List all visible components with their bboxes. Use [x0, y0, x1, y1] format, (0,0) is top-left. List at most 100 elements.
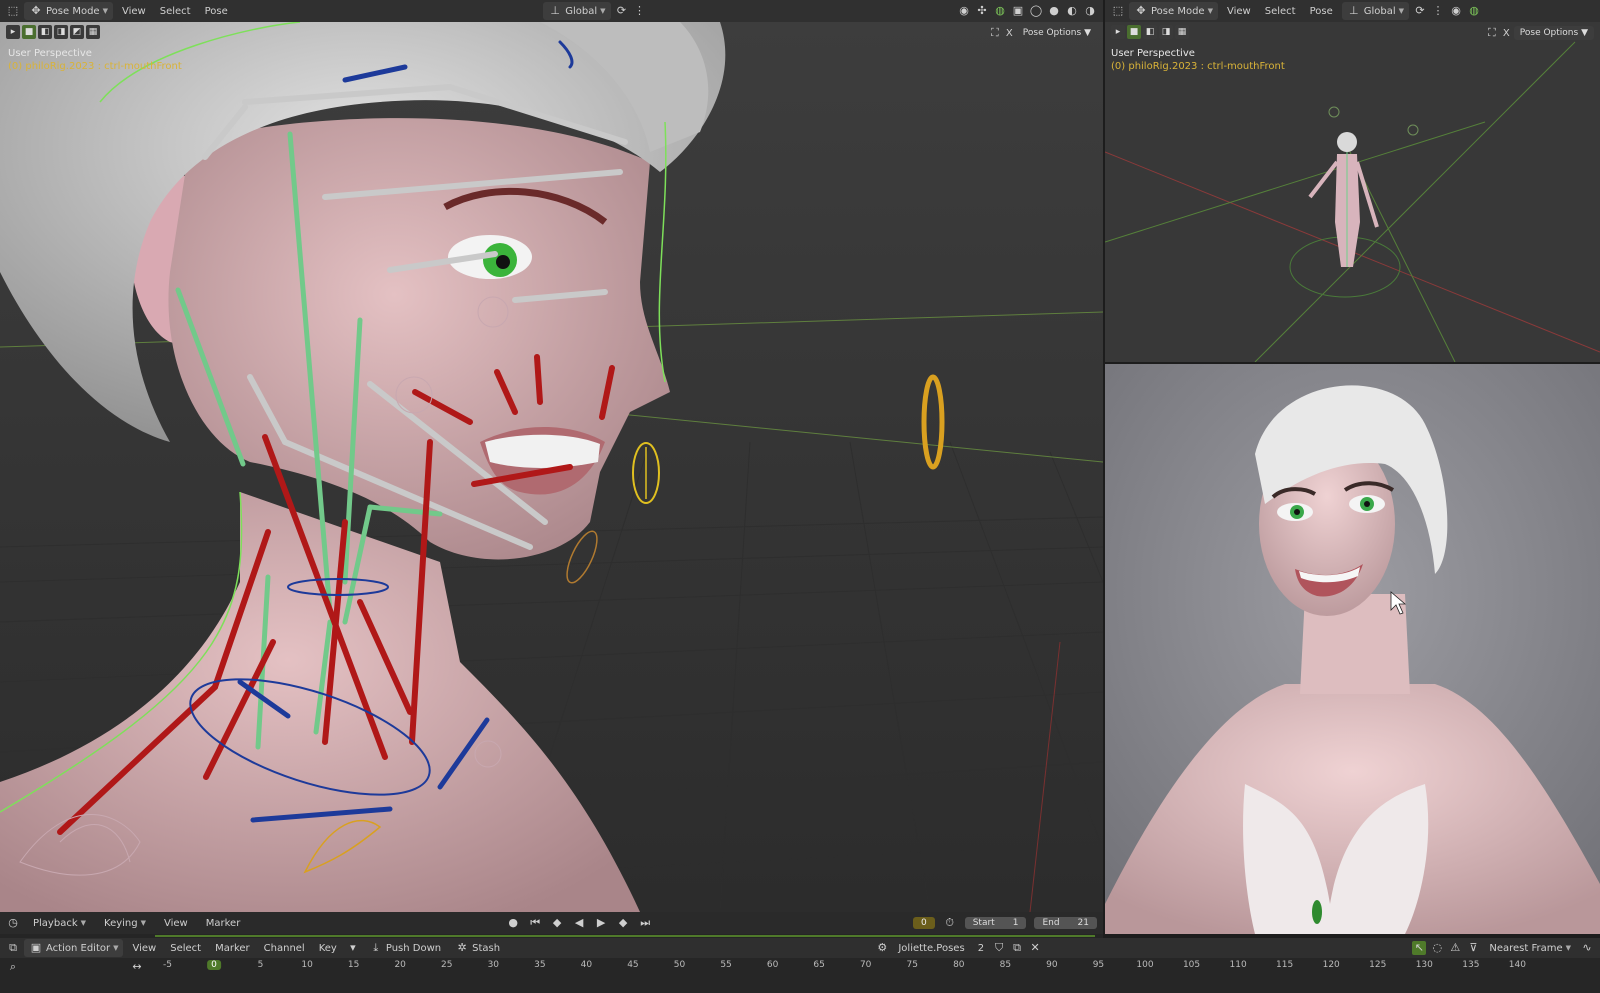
ruler-tick: 45	[627, 960, 639, 970]
warning-icon[interactable]: ⚠	[1448, 941, 1462, 955]
interpolation-icon[interactable]: ∿	[1580, 941, 1594, 955]
search-icon[interactable]: ⌕	[6, 960, 20, 974]
next-keyframe-icon[interactable]: ◆	[616, 916, 630, 930]
fake-user-shield-icon[interactable]: ⛉	[992, 941, 1006, 955]
timeline-header: ◷ Playback ▼ Keying ▼ View Marker ● ⏮ ◆ ◀ …	[0, 912, 1103, 934]
gizmo-icon[interactable]: ✣	[975, 4, 989, 18]
snap-icon[interactable]: ⋮	[1431, 4, 1445, 18]
action-editor-header: ⧉ ▣ Action Editor ▼ View Select Marker Cha…	[0, 938, 1600, 958]
visibility-icon[interactable]: ◉	[1449, 4, 1463, 18]
orientation-label: Global	[1363, 5, 1396, 17]
select-new-icon[interactable]: ■	[22, 25, 36, 39]
chevron-down-icon: ▼	[80, 919, 87, 927]
pivot-icon[interactable]: ⟳	[615, 4, 629, 18]
select-extend-icon[interactable]: ◧	[38, 25, 52, 39]
editor-type-icon[interactable]: ⬚	[1111, 4, 1125, 18]
filter-icon[interactable]: ⊽	[1466, 941, 1480, 955]
push-down-button[interactable]: ⤓ Push Down	[364, 939, 446, 957]
start-frame-field[interactable]: Start 1	[964, 917, 1027, 929]
menu-select[interactable]: Select	[165, 939, 206, 957]
frame-ruler[interactable]: ⌕ ↔ -5 5 10 15 20 25 30 35 40 45 50 55 60 65 70 75 80 85 9…	[0, 958, 1600, 993]
unlink-action-icon[interactable]: ✕	[1028, 941, 1042, 955]
current-frame-tick: 0	[207, 960, 221, 970]
select-subtract-icon[interactable]: ◨	[54, 25, 68, 39]
mode-dropdown[interactable]: ✥ Pose Mode ▼	[24, 2, 113, 20]
prev-keyframe-icon[interactable]: ◆	[550, 916, 564, 930]
xray-toggle[interactable]: X	[1503, 28, 1510, 39]
jump-end-icon[interactable]: ⏭	[638, 916, 652, 930]
filter-dropdown-icon[interactable]: ▾	[346, 941, 360, 955]
select-new-icon[interactable]: ■	[1127, 25, 1141, 39]
right-top-viewport[interactable]: ▸ ■ ◧ ◨ ▦ User Perspective (0) philoRig.…	[1105, 22, 1600, 362]
shading-wire-icon[interactable]: ◯	[1029, 4, 1043, 18]
select-invert-icon[interactable]: ◩	[70, 25, 84, 39]
proportional-icon[interactable]: ◌	[1430, 941, 1444, 955]
play-reverse-icon[interactable]: ◀	[572, 916, 586, 930]
mirror-icon[interactable]: ⛶	[988, 26, 1002, 40]
render-preview-viewport[interactable]	[1105, 364, 1600, 934]
menu-view[interactable]: View	[117, 2, 151, 20]
xray-icon[interactable]: ▣	[1011, 4, 1025, 18]
stopwatch-icon[interactable]: ⏱	[943, 916, 957, 930]
stash-button[interactable]: ✲ Stash	[450, 939, 505, 957]
xray-toggle[interactable]: X	[1006, 28, 1013, 39]
action-browse-icon[interactable]: ⚙	[875, 941, 889, 955]
snap-dropdown[interactable]: Nearest Frame ▼	[1484, 939, 1576, 957]
editor-mode-dropdown[interactable]: ▣ Action Editor ▼	[24, 939, 124, 957]
menu-view[interactable]: View	[127, 939, 161, 957]
mirror-icon[interactable]: ⛶	[1485, 26, 1499, 40]
menu-view[interactable]: View	[159, 914, 193, 932]
ruler-tick: 115	[1276, 960, 1294, 970]
visibility-icon[interactable]: ◉	[957, 4, 971, 18]
ruler-tick: 20	[394, 960, 406, 970]
play-icon[interactable]: ▶	[594, 916, 608, 930]
dopesheet-editor-icon[interactable]: ⧉	[6, 941, 20, 955]
ruler-tick: 70	[859, 960, 872, 970]
editor-type-icon[interactable]: ⬚	[6, 4, 20, 18]
overlay-icon[interactable]: ◍	[993, 4, 1007, 18]
pivot-icon[interactable]: ⟳	[1413, 4, 1427, 18]
scroll-arrows-icon[interactable]: ↔	[130, 960, 144, 974]
ruler-tick: 65	[813, 960, 825, 970]
menu-marker[interactable]: Marker	[201, 914, 246, 932]
transform-orientation-dropdown[interactable]: ⊥ Global ▼	[543, 2, 611, 20]
menu-pose[interactable]: Pose	[1305, 2, 1338, 20]
select-tool-icon[interactable]: ▸	[6, 25, 20, 39]
select-intersect-icon[interactable]: ▦	[1175, 25, 1189, 39]
menu-keying[interactable]: Keying ▼	[99, 914, 151, 932]
menu-pose[interactable]: Pose	[200, 2, 233, 20]
mode-dropdown[interactable]: ✥ Pose Mode ▼	[1129, 2, 1218, 20]
menu-view[interactable]: View	[1222, 2, 1256, 20]
ruler-tick: 10	[301, 960, 313, 970]
menu-marker[interactable]: Marker	[210, 939, 255, 957]
main-viewport[interactable]: ▸ ■ ◧ ◨ ◩ ▦ User Perspective (0) philoRi…	[0, 22, 1103, 912]
select-tool-icon[interactable]: ▸	[1111, 25, 1125, 39]
menu-select[interactable]: Select	[155, 2, 196, 20]
record-icon[interactable]: ●	[506, 916, 520, 930]
shading-material-icon[interactable]: ◐	[1065, 4, 1079, 18]
select-subtract-icon[interactable]: ◨	[1159, 25, 1173, 39]
transform-orientation-dropdown[interactable]: ⊥ Global ▼	[1341, 2, 1410, 20]
select-extend-icon[interactable]: ◧	[1143, 25, 1157, 39]
pose-options-button[interactable]: Pose Options ▼	[1016, 26, 1097, 40]
menu-select[interactable]: Select	[1260, 2, 1301, 20]
end-frame-field[interactable]: End 21	[1034, 917, 1097, 929]
timeline-editor-icon[interactable]: ◷	[6, 916, 20, 930]
shading-solid-icon[interactable]: ●	[1047, 4, 1061, 18]
pose-icon: ✥	[31, 4, 41, 17]
current-frame-field[interactable]: 0	[912, 917, 935, 929]
snap-icon[interactable]: ⋮	[633, 4, 647, 18]
ruler-tick: 110	[1229, 960, 1247, 970]
menu-channel[interactable]: Channel	[259, 939, 310, 957]
action-name-field[interactable]: Joliette.Poses	[893, 939, 969, 957]
menu-key[interactable]: Key	[314, 939, 342, 957]
select-cursor-icon[interactable]: ↖	[1412, 941, 1427, 955]
ruler-tick: 95	[1092, 960, 1105, 970]
menu-playback[interactable]: Playback ▼	[28, 914, 91, 932]
overlay-icon[interactable]: ◍	[1467, 4, 1481, 18]
pose-options-button[interactable]: Pose Options ▼	[1513, 26, 1594, 40]
jump-start-icon[interactable]: ⏮	[528, 916, 542, 930]
shading-render-icon[interactable]: ◑	[1083, 4, 1097, 18]
duplicate-action-icon[interactable]: ⧉	[1010, 941, 1024, 955]
select-intersect-icon[interactable]: ▦	[86, 25, 100, 39]
